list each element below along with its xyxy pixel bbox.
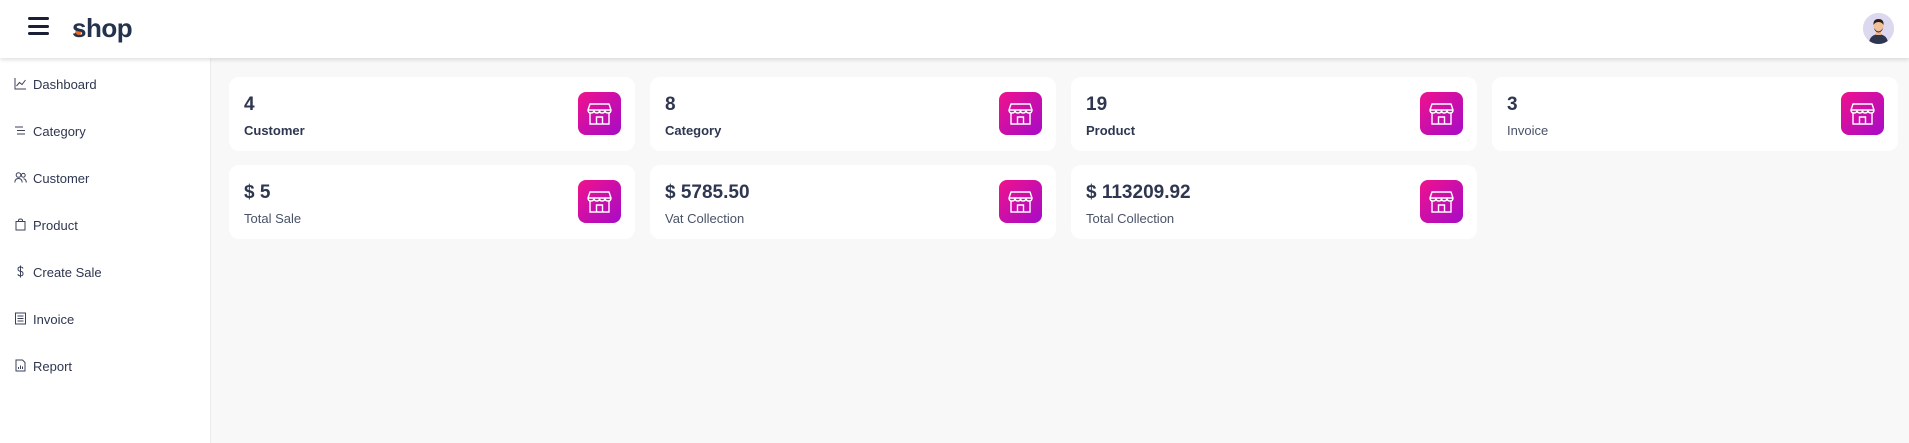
store-icon <box>1008 103 1033 125</box>
logo[interactable]: shop <box>72 13 133 44</box>
store-icon <box>587 103 612 125</box>
sidebar-item-label: Report <box>33 359 73 374</box>
stat-value: $ 5 <box>244 182 271 203</box>
sidebar-item-label: Dashboard <box>33 77 97 92</box>
sidebar-item-product[interactable]: Product <box>0 210 210 240</box>
stat-value: $ 5785.50 <box>665 182 750 203</box>
store-icon <box>1429 103 1454 125</box>
top-navbar: shop <box>0 0 1909 58</box>
stat-card-vat-collection: $ 5785.50 Vat Collection <box>650 165 1056 239</box>
stat-label: Total Sale <box>244 211 302 226</box>
sidebar-item-invoice[interactable]: Invoice <box>0 304 210 334</box>
user-avatar[interactable] <box>1863 13 1894 44</box>
store-icon-button[interactable] <box>1841 92 1884 135</box>
store-icon <box>1429 191 1454 213</box>
sidebar-item-label: Category <box>33 124 86 139</box>
store-icon-button[interactable] <box>1420 180 1463 223</box>
stat-label: Product <box>1086 123 1136 138</box>
avatar-icon <box>1863 13 1894 44</box>
sidebar-item-label: Product <box>33 218 78 233</box>
chart-line-icon <box>14 78 26 90</box>
stat-card-customer: 4 Customer <box>229 77 635 151</box>
store-icon-button[interactable] <box>578 92 621 135</box>
stat-label: Invoice <box>1507 123 1549 138</box>
sidebar-item-report[interactable]: Report <box>0 351 210 381</box>
store-icon-button[interactable] <box>999 92 1042 135</box>
store-icon <box>1008 191 1033 213</box>
stat-value: $ 113209.92 <box>1086 182 1191 203</box>
sidebar-item-label: Create Sale <box>33 265 102 280</box>
stat-value: 3 <box>1507 94 1518 115</box>
dollar-icon <box>17 265 24 278</box>
store-icon-button[interactable] <box>578 180 621 223</box>
report-icon <box>15 359 26 372</box>
stat-card-total-sale: $ 5 Total Sale <box>229 165 635 239</box>
stat-label: Customer <box>244 123 305 138</box>
store-icon <box>1850 103 1875 125</box>
sidebar-item-customer[interactable]: Customer <box>0 163 210 193</box>
receipt-icon <box>15 312 26 325</box>
sidebar: Dashboard Category Customer Product Crea… <box>0 58 211 443</box>
stat-value: 8 <box>665 94 676 115</box>
hamburger-menu-icon[interactable] <box>28 17 52 37</box>
list-icon <box>15 126 25 135</box>
sidebar-item-label: Invoice <box>33 312 75 327</box>
stat-value: 4 <box>244 94 255 115</box>
stat-label: Vat Collection <box>665 211 745 226</box>
store-icon-button[interactable] <box>1420 92 1463 135</box>
stat-card-invoice: 3 Invoice <box>1492 77 1898 151</box>
bag-icon <box>15 218 26 231</box>
sidebar-item-dashboard[interactable]: Dashboard <box>0 69 210 99</box>
stat-card-product: 19 Product <box>1071 77 1477 151</box>
stat-card-total-collection: $ 113209.92 Total Collection <box>1071 165 1477 239</box>
sidebar-item-create-sale[interactable]: Create Sale <box>0 257 210 287</box>
store-icon-button[interactable] <box>999 180 1042 223</box>
stat-label: Category <box>665 123 722 138</box>
users-icon <box>14 172 27 183</box>
stat-value: 19 <box>1086 94 1108 115</box>
stat-card-category: 8 Category <box>650 77 1056 151</box>
sidebar-item-label: Customer <box>33 171 90 186</box>
sidebar-item-category[interactable]: Category <box>0 116 210 146</box>
store-icon <box>587 191 612 213</box>
stat-label: Total Collection <box>1086 211 1175 226</box>
